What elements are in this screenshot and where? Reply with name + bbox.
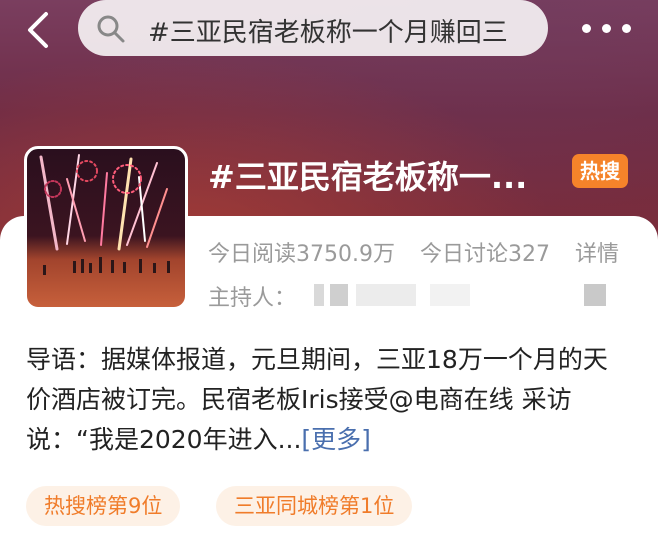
tag-hot-search-rank[interactable]: 热搜榜第9位	[26, 486, 181, 526]
tag-sanya-local-rank[interactable]: 三亚同城榜第1位	[216, 486, 413, 526]
redacted-host-name	[356, 284, 416, 306]
details-link[interactable]: 详情	[575, 242, 619, 267]
hot-badge: 热搜	[572, 154, 628, 188]
topic-intro: 导语：据媒体报道，元旦期间，三亚18万一个月的天价酒店被订完。民宿老板Iris接…	[26, 340, 626, 460]
redacted-host-name	[430, 284, 470, 306]
host-label: 主持人：	[208, 286, 297, 311]
intro-more-link[interactable]: [更多]	[301, 425, 371, 454]
redacted-host-name	[314, 284, 324, 306]
redacted-host-name	[584, 284, 606, 306]
today-discussions: 今日讨论327	[419, 242, 550, 267]
search-query-text: #三亚民宿老板称一个月赚回三	[148, 18, 508, 48]
redacted-host-name	[330, 284, 348, 306]
chevron-left-icon	[28, 12, 48, 48]
back-button[interactable]	[18, 8, 62, 52]
fireworks-beach-image	[39, 154, 170, 275]
more-button[interactable]	[582, 24, 638, 36]
today-reads: 今日阅读3750.9万	[208, 242, 395, 267]
topic-title: #三亚民宿老板称一...	[208, 158, 528, 196]
topic-cover-image[interactable]	[24, 146, 188, 310]
search-icon	[97, 15, 125, 43]
topic-stats: 今日阅读3750.9万 今日讨论327 详情	[208, 236, 637, 268]
search-bar[interactable]: #三亚民宿老板称一个月赚回三	[78, 0, 548, 56]
